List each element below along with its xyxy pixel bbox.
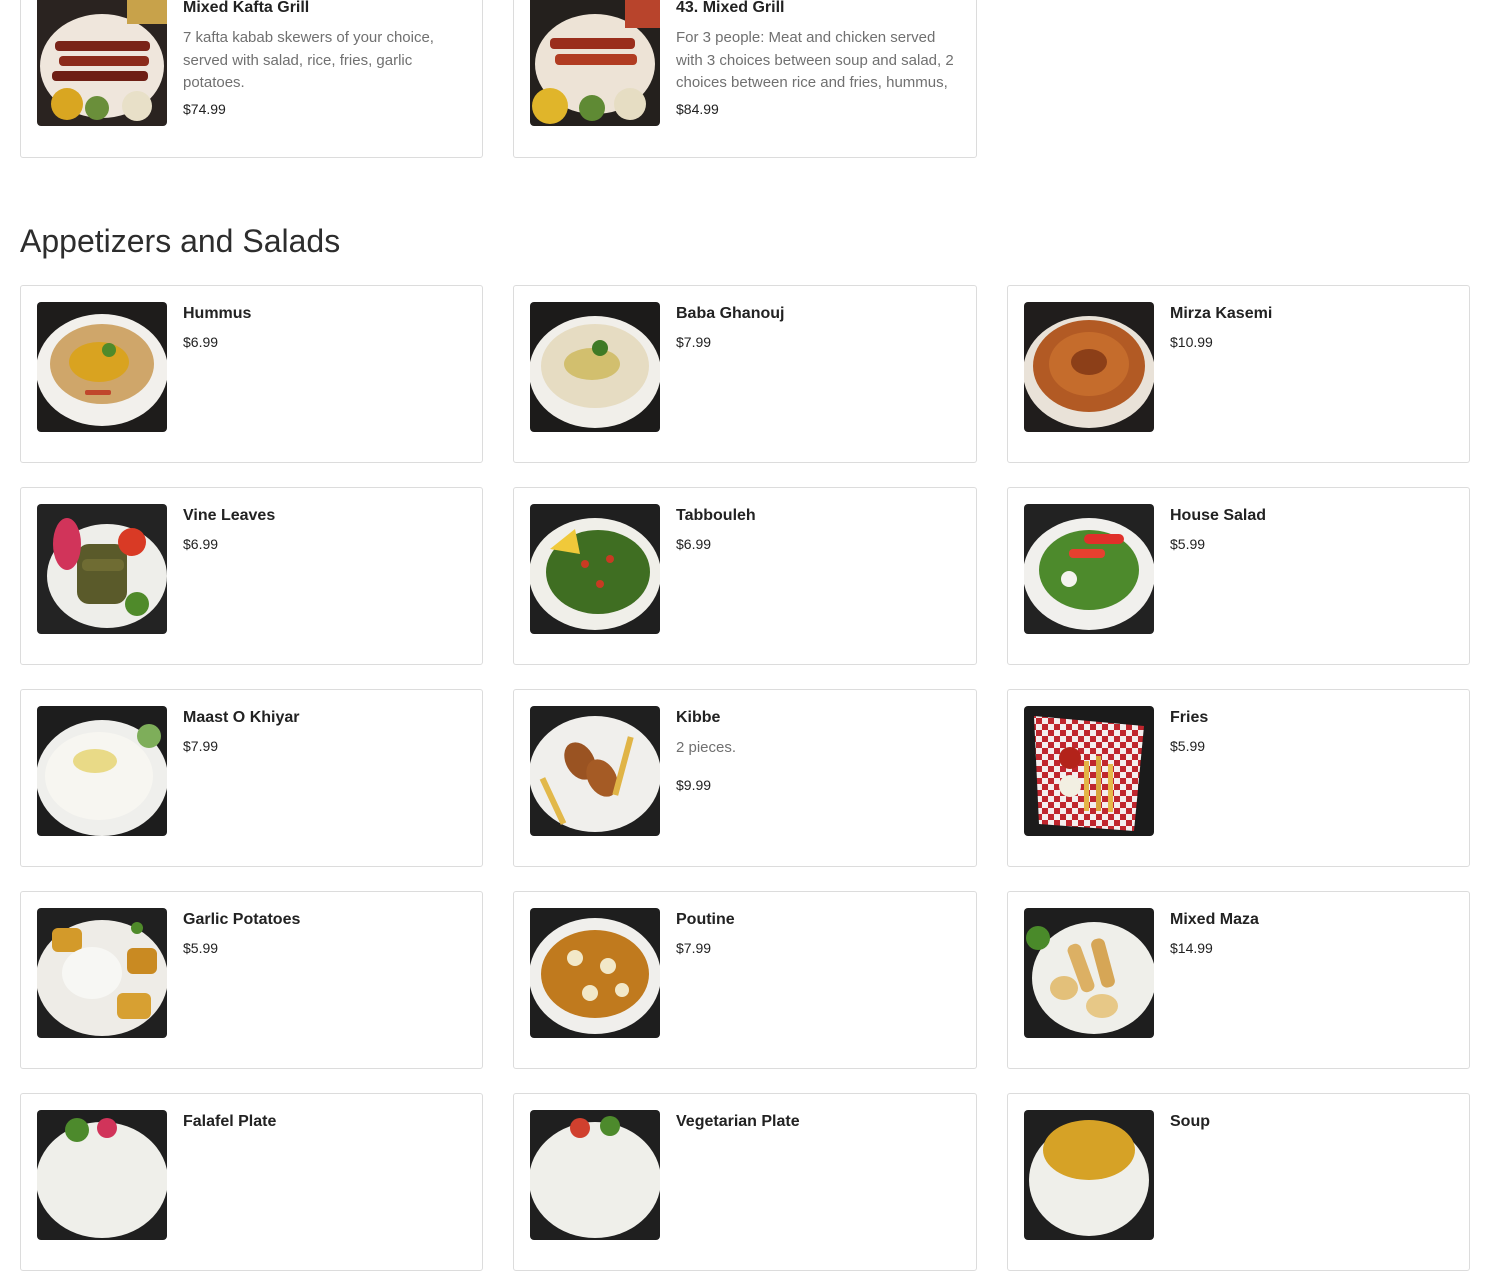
menu-item-card[interactable]: Fries $5.99: [1007, 689, 1470, 867]
menu-item-name: Poutine: [676, 911, 735, 928]
menu-item-card[interactable]: Garlic Potatoes $5.99: [20, 891, 483, 1069]
vegetarian-plate-photo: [530, 1110, 660, 1240]
menu-item-card[interactable]: Falafel Plate: [20, 1093, 483, 1271]
poutine-photo: [530, 908, 660, 1038]
menu-item-card[interactable]: Mirza Kasemi $10.99: [1007, 285, 1470, 463]
menu-item-price: $7.99: [183, 738, 219, 754]
kibbe-photo: [530, 706, 660, 836]
menu-item-price: $14.99: [1170, 940, 1213, 956]
menu-item-card[interactable]: 43. Mixed Grill For 3 people: Meat and c…: [513, 0, 977, 158]
mirza-kasemi-photo: [1024, 302, 1154, 432]
menu-item-price: $7.99: [676, 334, 712, 350]
menu-item-card[interactable]: Vegetarian Plate: [513, 1093, 977, 1271]
menu-item-card[interactable]: Hummus $6.99: [20, 285, 483, 463]
menu-item-price: $84.99: [676, 101, 719, 117]
menu-item-price: $6.99: [183, 334, 219, 350]
menu-item-name: Maast O Khiyar: [183, 709, 300, 726]
tabbouleh-photo: [530, 504, 660, 634]
house-salad-photo: [1024, 504, 1154, 634]
menu-item-card[interactable]: Tabbouleh $6.99: [513, 487, 977, 665]
menu-item-name: Soup: [1170, 1113, 1210, 1130]
menu-item-card[interactable]: Kibbe 2 pieces. $9.99: [513, 689, 977, 867]
menu-item-card[interactable]: Baba Ghanouj $7.99: [513, 285, 977, 463]
menu-item-price: $9.99: [676, 777, 712, 793]
menu-item-card[interactable]: Soup: [1007, 1093, 1470, 1271]
menu-item-name: 43. Mixed Grill: [676, 0, 785, 16]
baba-ghanouj-photo: [530, 302, 660, 432]
menu-item-price: $5.99: [183, 940, 219, 956]
fries-basket-photo: [1024, 706, 1154, 836]
menu-item-description: 2 pieces.: [676, 739, 737, 756]
menu-item-price: $6.99: [676, 536, 712, 552]
menu-item-card[interactable]: House Salad $5.99: [1007, 487, 1470, 665]
menu-item-card[interactable]: Mixed Kafta Grill 7 kafta kabab skewers …: [20, 0, 483, 158]
menu-item-description: For 3 people: Meat and chicken served wi…: [676, 29, 954, 91]
falafel-plate-photo: [37, 1110, 167, 1240]
menu-item-card[interactable]: Vine Leaves $6.99: [20, 487, 483, 665]
menu-item-name: Baba Ghanouj: [676, 305, 785, 322]
menu-item-name: Garlic Potatoes: [183, 911, 301, 928]
menu-item-price: $6.99: [183, 536, 219, 552]
menu-item-name: Kibbe: [676, 709, 721, 726]
menu-item-card[interactable]: Maast O Khiyar $7.99: [20, 689, 483, 867]
menu-item-card[interactable]: Poutine $7.99: [513, 891, 977, 1069]
menu-item-price: $10.99: [1170, 334, 1213, 350]
menu-item-name: Tabbouleh: [676, 507, 756, 524]
menu-item-card[interactable]: Mixed Maza $14.99: [1007, 891, 1470, 1069]
yogurt-dip-photo: [37, 706, 167, 836]
menu-item-name: Fries: [1170, 709, 1209, 726]
menu-item-price: $74.99: [183, 101, 226, 117]
mixed-grill-platter-photo: [530, 0, 660, 126]
menu-item-name: Mixed Maza: [1170, 911, 1259, 928]
mixed-grill-platter-photo: [37, 0, 167, 126]
menu-item-name: Hummus: [183, 305, 252, 322]
menu-item-name: Mirza Kasemi: [1170, 305, 1273, 322]
soup-photo: [1024, 1110, 1154, 1240]
hummus-photo: [37, 302, 167, 432]
section-title: Appetizers and Salads: [20, 223, 341, 259]
garlic-potatoes-photo: [37, 908, 167, 1038]
menu-item-name: Falafel Plate: [183, 1113, 277, 1130]
menu-item-price: $5.99: [1170, 536, 1206, 552]
menu-item-name: Vine Leaves: [183, 507, 276, 524]
vine-leaves-photo: [37, 504, 167, 634]
menu-item-description: 7 kafta kabab skewers of your choice, se…: [183, 29, 434, 91]
menu-item-name: Mixed Kafta Grill: [183, 0, 310, 16]
menu-item-name: House Salad: [1170, 507, 1267, 524]
menu-item-name: Vegetarian Plate: [676, 1113, 800, 1130]
menu-item-price: $7.99: [676, 940, 712, 956]
mixed-maza-photo: [1024, 908, 1154, 1038]
menu-item-price: $5.99: [1170, 738, 1206, 754]
